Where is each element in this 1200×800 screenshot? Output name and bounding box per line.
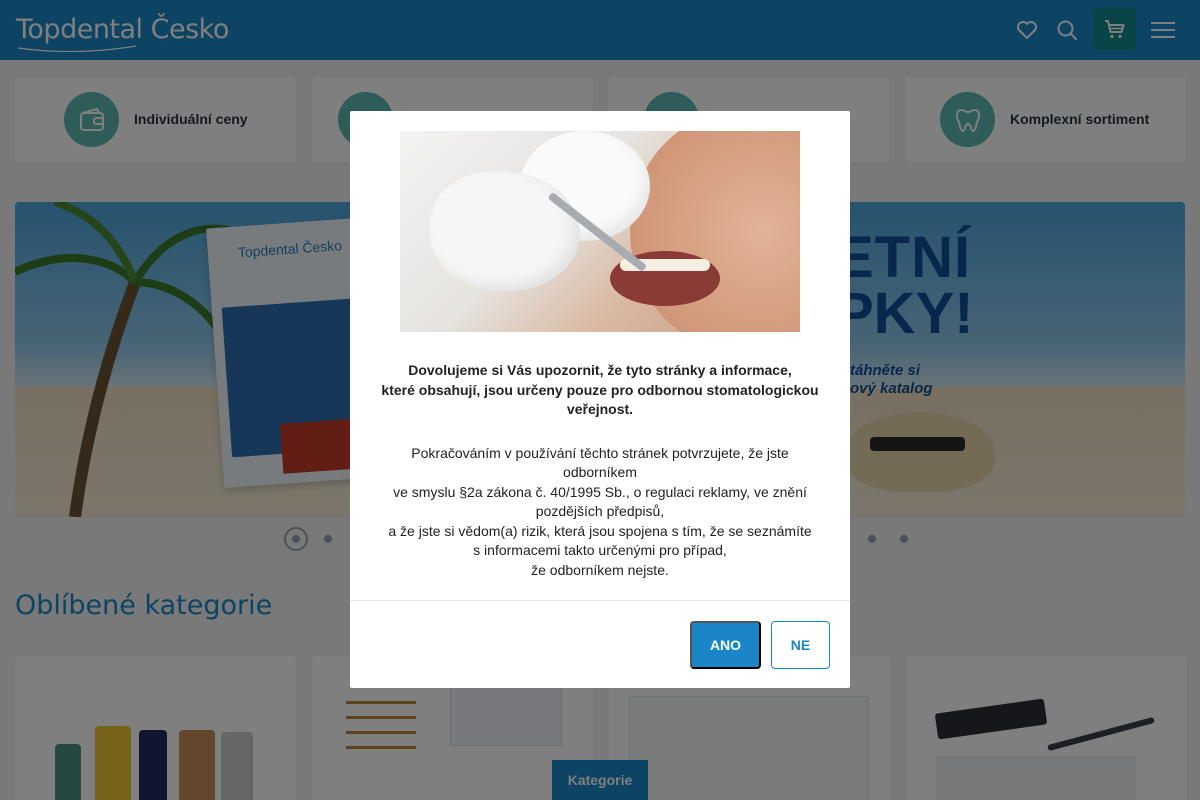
disclaimer-line: že odborníkem nejste.: [531, 561, 669, 578]
yes-button[interactable]: ANO: [690, 621, 761, 669]
disclaimer-bold-line: Dovolujeme si Vás upozornit, že tyto str…: [408, 362, 792, 378]
disclaimer-line: a že jste si vědom(a) rizik, která jsou …: [388, 522, 812, 539]
modal-divider: [350, 600, 850, 601]
disclaimer-bold-line: veřejnost.: [566, 401, 634, 417]
disclaimer-bold-line: které obsahují, jsou určeny pouze pro od…: [381, 381, 819, 398]
disclaimer-line: odborníkem: [563, 464, 637, 480]
disclaimer-line: pozdějších předpisů,: [535, 503, 665, 519]
disclaimer-line: Pokračováním v používání těchto stránek …: [411, 444, 789, 461]
disclaimer-text: Dovolujeme si Vás upozornit, že tyto str…: [375, 361, 825, 580]
professional-disclaimer-modal: Dovolujeme si Vás upozornit, že tyto str…: [350, 111, 850, 688]
disclaimer-line: ve smyslu §2a zákona č. 40/1995 Sb., o r…: [393, 483, 807, 500]
no-button[interactable]: NE: [771, 621, 830, 669]
disclaimer-line: s informacemi takto určenými pro případ,: [473, 542, 727, 558]
dentist-photo: [400, 131, 800, 332]
